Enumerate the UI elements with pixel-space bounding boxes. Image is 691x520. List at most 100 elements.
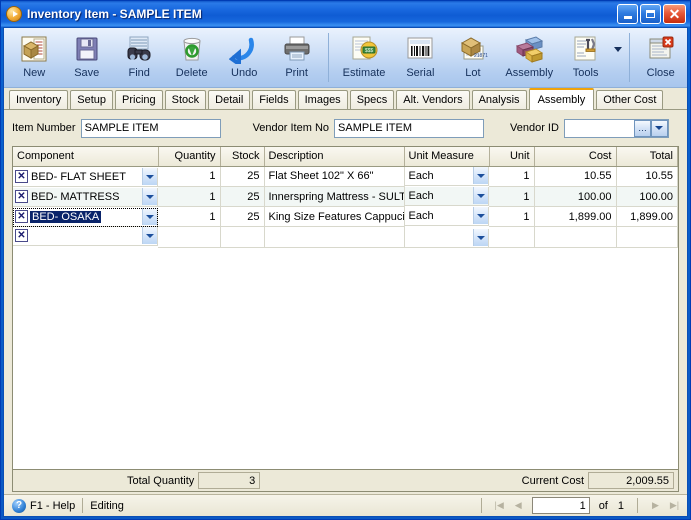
- unit-measure-dropdown-icon[interactable]: [473, 229, 488, 246]
- vendor-id-input[interactable]: [564, 119, 634, 137]
- close-button[interactable]: ✕: [663, 4, 686, 24]
- delete-row-icon[interactable]: ✕: [15, 229, 28, 242]
- cell-unit[interactable]: 1: [489, 186, 535, 207]
- tab-assembly[interactable]: Assembly: [528, 88, 595, 110]
- nav-first-icon[interactable]: |◀: [491, 498, 508, 514]
- application-window: Inventory Item - SAMPLE ITEM ✕ New Save …: [0, 0, 691, 520]
- cell-unit-measure[interactable]: Each: [404, 206, 489, 226]
- cell-component[interactable]: ✕ BED- OSAKA: [13, 207, 158, 227]
- toolbar-button-estimate[interactable]: $$$ Estimate: [334, 28, 394, 87]
- tab-alt-vendors[interactable]: Alt. Vendors: [396, 90, 470, 109]
- unit-measure-value: Each: [408, 169, 434, 182]
- tab-fields[interactable]: Fields: [252, 90, 296, 109]
- table-row[interactable]: ✕ BED- FLAT SHEET 1 25 Flat Sheet 102" X…: [13, 166, 678, 187]
- cell-quantity[interactable]: 1: [158, 206, 221, 227]
- table-row-new[interactable]: ✕: [13, 226, 678, 248]
- assembly-grid: Component Quantity Stock Description Uni…: [12, 146, 679, 470]
- cell-unit[interactable]: 1: [489, 206, 535, 227]
- component-dropdown-icon[interactable]: [142, 188, 157, 205]
- cell-quantity[interactable]: [158, 226, 221, 248]
- cell-unit-measure[interactable]: Each: [404, 166, 489, 186]
- cell-description[interactable]: [264, 226, 405, 248]
- cell-component[interactable]: ✕ BED- FLAT SHEET: [13, 167, 158, 187]
- item-number-label: Item Number: [12, 122, 76, 134]
- table-row-selected[interactable]: ✕ BED- OSAKA 1 25 King Size Features Cap…: [13, 206, 678, 227]
- component-dropdown-icon[interactable]: [142, 227, 157, 244]
- toolbar-button-find[interactable]: Find: [113, 28, 165, 87]
- column-header-description[interactable]: Description: [264, 147, 405, 167]
- tab-setup[interactable]: Setup: [70, 90, 113, 109]
- cell-component[interactable]: ✕ BED- MATTRESS: [13, 187, 158, 207]
- tab-other-cost[interactable]: Other Cost: [596, 90, 664, 109]
- help-question-icon[interactable]: ?: [12, 498, 26, 513]
- component-dropdown-icon[interactable]: [142, 208, 157, 225]
- undo-arrow-icon: [229, 32, 259, 66]
- column-header-stock[interactable]: Stock: [220, 147, 265, 167]
- toolbar-button-lot[interactable]: 21871 Lot: [447, 28, 499, 87]
- table-row[interactable]: ✕ BED- MATTRESS 1 25 Innerspring Mattres…: [13, 186, 678, 207]
- unit-measure-dropdown-icon[interactable]: [473, 167, 488, 184]
- unit-measure-dropdown-icon[interactable]: [473, 207, 488, 224]
- toolbar-button-save[interactable]: Save: [60, 28, 112, 87]
- toolbar-button-close[interactable]: Close: [634, 28, 686, 87]
- tab-strip: Inventory Setup Pricing Stock Detail Fie…: [4, 88, 687, 110]
- cell-quantity[interactable]: 1: [158, 186, 221, 207]
- tab-detail[interactable]: Detail: [208, 90, 251, 109]
- vendor-id-lookup-button[interactable]: …: [633, 119, 651, 137]
- cell-description[interactable]: King Size Features Cappucino: [264, 206, 405, 227]
- delete-row-icon[interactable]: ✕: [15, 170, 28, 183]
- cell-component[interactable]: ✕: [13, 226, 158, 246]
- cell-cost[interactable]: 1,899.00: [534, 206, 617, 227]
- delete-row-icon[interactable]: ✕: [15, 210, 28, 223]
- main-toolbar: New Save Find Delete Undo Print $$$ Esti…: [4, 28, 687, 88]
- unit-measure-dropdown-icon[interactable]: [473, 187, 488, 204]
- cell-unit-measure[interactable]: [404, 228, 489, 248]
- tab-pricing[interactable]: Pricing: [115, 90, 163, 109]
- toolbar-button-assembly[interactable]: Assembly: [499, 28, 559, 87]
- cell-cost[interactable]: 100.00: [534, 186, 617, 207]
- toolbar-button-print[interactable]: Print: [270, 28, 322, 87]
- nav-prev-icon[interactable]: ◀: [510, 498, 527, 514]
- cell-description[interactable]: Flat Sheet 102" X 66": [264, 166, 405, 187]
- tab-stock[interactable]: Stock: [164, 90, 207, 109]
- column-header-cost[interactable]: Cost: [534, 147, 617, 167]
- cell-description[interactable]: Innerspring Mattress - SULTA: [264, 186, 405, 207]
- vendor-item-no-input[interactable]: SAMPLE ITEM: [334, 118, 485, 138]
- toolbar-button-tools[interactable]: Tools: [559, 28, 611, 87]
- chevron-down-icon[interactable]: [612, 28, 624, 87]
- nav-next-icon[interactable]: ▶: [647, 498, 664, 514]
- cell-cost[interactable]: [534, 226, 617, 248]
- cell-unit[interactable]: 1: [489, 166, 535, 187]
- column-header-unit[interactable]: Unit: [489, 147, 535, 167]
- column-header-total[interactable]: Total: [616, 147, 678, 167]
- toolbar-button-serial[interactable]: Serial: [394, 28, 446, 87]
- title-bar: Inventory Item - SAMPLE ITEM ✕: [1, 1, 690, 27]
- cell-unit[interactable]: [489, 226, 535, 248]
- cell-quantity[interactable]: 1: [158, 166, 221, 187]
- tab-specs[interactable]: Specs: [349, 90, 395, 109]
- column-header-unit-measure[interactable]: Unit Measure: [404, 147, 490, 167]
- unit-measure-value: Each: [408, 189, 434, 202]
- nav-last-icon[interactable]: ▶|: [666, 498, 683, 514]
- assembly-panel: Item Number SAMPLE ITEM Vendor Item No S…: [4, 110, 687, 494]
- column-header-quantity[interactable]: Quantity: [158, 147, 221, 167]
- current-cost-label: Current Cost: [521, 474, 584, 487]
- tab-analysis[interactable]: Analysis: [471, 90, 527, 109]
- minimize-button[interactable]: [617, 4, 638, 24]
- cell-stock: 25: [220, 206, 265, 227]
- vendor-id-dropdown-button[interactable]: [650, 119, 668, 137]
- record-number-input[interactable]: 1: [531, 497, 590, 514]
- delete-row-icon[interactable]: ✕: [15, 190, 28, 203]
- column-header-component[interactable]: Component: [13, 147, 159, 167]
- toolbar-button-new[interactable]: New: [8, 28, 60, 87]
- tab-images[interactable]: Images: [297, 90, 348, 109]
- component-dropdown-icon[interactable]: [142, 168, 157, 185]
- help-text[interactable]: F1 - Help: [30, 500, 75, 512]
- cell-cost[interactable]: 10.55: [534, 166, 617, 187]
- item-number-input[interactable]: SAMPLE ITEM: [80, 118, 221, 138]
- tab-inventory[interactable]: Inventory: [9, 90, 69, 109]
- cell-unit-measure[interactable]: Each: [404, 186, 489, 206]
- toolbar-button-undo[interactable]: Undo: [218, 28, 270, 87]
- maximize-button[interactable]: [640, 4, 661, 24]
- toolbar-button-delete[interactable]: Delete: [165, 28, 217, 87]
